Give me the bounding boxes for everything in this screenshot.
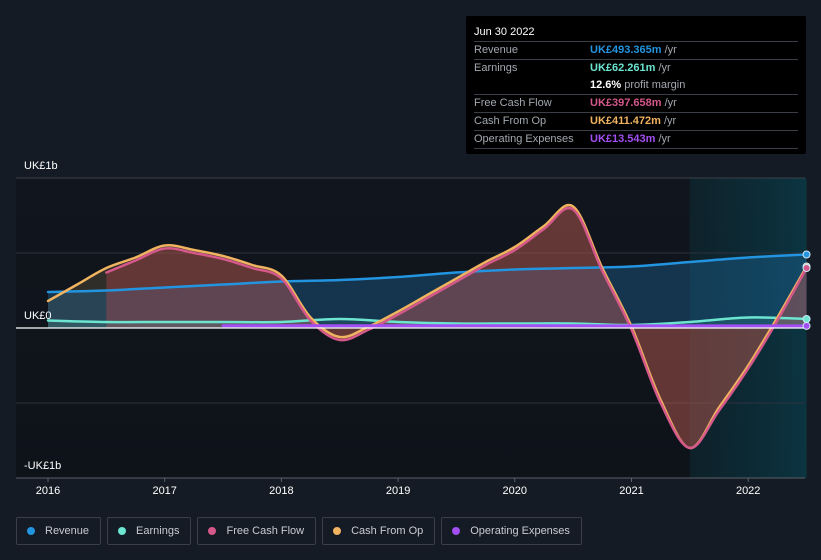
legend: Revenue Earnings Free Cash Flow Cash Fro… [16,517,582,545]
tooltip-row-revenue: Revenue UK£493.365m /yr [474,42,798,60]
tooltip-row-free-cash-flow: Free Cash Flow UK£397.658m /yr [474,95,798,113]
tooltip-value: UK£62.261m [590,62,656,74]
x-tick-label: 2018 [269,485,294,497]
tooltip-value: UK£493.365m [590,44,662,56]
legend-label: Free Cash Flow [226,525,305,537]
legend-label: Cash From Op [351,525,424,537]
tooltip-value: UK£397.658m [590,97,662,109]
earnings-dot-icon [118,527,127,535]
x-tick-label: 2022 [735,485,761,497]
tooltip-value: 12.6% [590,79,622,91]
free-cash-flow-end-marker [802,264,811,272]
x-tick-label: 2019 [385,485,411,497]
tooltip-label [474,77,590,94]
tooltip-unit: /yr [664,44,677,56]
legend-item-operating-expenses[interactable]: Operating Expenses [441,517,582,545]
x-tick-label: 2016 [35,485,61,497]
tooltip-unit: /yr [664,97,677,109]
legend-item-earnings[interactable]: Earnings [107,517,192,545]
tooltip-label: Cash From Op [474,115,547,127]
tooltip-value: UK£411.472m [590,115,661,127]
earnings-end-marker [802,315,811,323]
tooltip-label: Free Cash Flow [474,97,552,109]
revenue-dot-icon [27,527,35,535]
y-tick-label-zero: UK£0 [24,310,52,322]
tooltip-unit: /yr [658,133,671,145]
legend-item-free-cash-flow[interactable]: Free Cash Flow [197,517,317,545]
tooltip-unit: /yr [663,115,677,127]
tooltip-row-earnings: Earnings UK£62.261m /yr [474,60,798,77]
legend-label: Earnings [136,525,180,537]
x-tick-label: 2021 [619,485,644,497]
tooltip-label: Operating Expenses [474,133,574,145]
revenue-end-marker [802,250,811,259]
tooltip-row-cash-from-op: Cash From Op UK£411.472m /yr [474,113,798,131]
legend-label: Operating Expenses [470,525,570,537]
x-tick-label: 2017 [152,485,177,497]
legend-item-revenue[interactable]: Revenue [16,517,102,545]
tooltip-label: Earnings [474,62,518,74]
operating-expenses-end-marker [802,321,811,330]
legend-label: Revenue [45,525,90,537]
free-cash-flow-dot-icon [208,527,217,535]
legend-item-cash-from-op[interactable]: Cash From Op [322,517,436,545]
tooltip-value: UK£13.543m [590,133,656,145]
cash-from-op-dot-icon [333,527,342,535]
tooltip-date: Jun 30 2022 [474,24,798,42]
x-tick-label: 2020 [502,485,528,497]
tooltip-row-profit-margin: 12.6% profit margin [474,77,798,95]
tooltip-row-operating-expenses: Operating Expenses UK£13.543m /yr [474,131,798,149]
tooltip-unit: /yr [658,62,671,74]
y-tick-label-top: UK£1b [24,160,58,172]
tooltip-label: Revenue [474,44,519,56]
y-tick-label-bottom: -UK£1b [24,460,62,472]
operating-expenses-dot-icon [452,527,461,535]
tooltip: Jun 30 2022 Revenue UK£493.365m /yr Earn… [466,16,806,154]
tooltip-unit: profit margin [624,79,686,91]
